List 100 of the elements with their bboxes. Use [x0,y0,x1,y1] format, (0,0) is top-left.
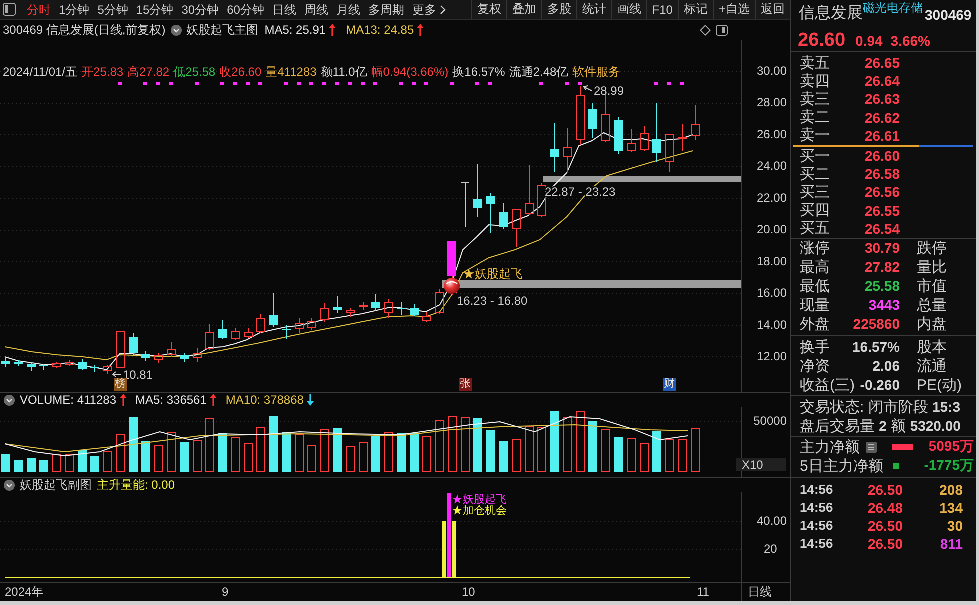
stat-label: 收益(三) [800,376,856,394]
volume-bar [422,436,431,472]
candle [486,192,495,234]
axis-label: 40.00 [756,514,787,528]
chevron-down-icon[interactable] [4,394,15,406]
volume-bar [231,437,240,472]
order-price: 26.64 [864,73,900,90]
order-price: 26.61 [864,128,900,144]
tick-time: 14:56 [800,536,834,552]
candle [65,360,74,366]
volume-bar [116,434,125,472]
tick-price: 26.50 [868,518,903,534]
signal-ball-icon [444,278,460,294]
volume-bar [333,428,342,472]
volume-bar [665,439,674,472]
candle [167,342,176,358]
order-price: 26.65 [864,55,900,72]
axis-label: 24.00 [756,159,787,174]
stat-value: 225860 [853,316,900,332]
volume-bar [244,443,253,472]
scale-label: X10 [736,458,786,472]
diamond-icon[interactable] [700,24,711,36]
axis-label: 50000 [754,414,787,428]
period-tab[interactable]: 月线 [336,0,360,18]
indicator-value: MA10: 378868 [226,393,304,407]
list-icon[interactable] [866,442,877,453]
indicator-value: 主升量能: 0.00 [97,476,176,494]
period-tab[interactable]: 60分钟 [227,0,264,18]
candle [129,332,138,356]
date-label: 2024年 [5,585,44,599]
volume-bar [512,439,521,472]
event-marker[interactable]: 张 [459,378,472,391]
volume-bar [588,421,597,472]
order-price: 26.54 [864,220,900,237]
volume-bar [256,427,265,472]
volume-bar [576,411,585,472]
axis-label: 18.00 [756,254,787,268]
candle [205,324,214,350]
candle [295,318,304,334]
candle [180,352,189,362]
candle [244,328,253,338]
event-marker[interactable]: 财 [663,378,676,391]
volume-bar [601,429,610,472]
order-label: 买三 [800,184,831,201]
candle [652,102,661,162]
volume-bar [1,454,10,472]
order-label: 卖一 [800,127,831,144]
candle [614,116,623,154]
order-label: 买五 [800,220,831,238]
order-label: 卖二 [800,109,831,126]
order-label: 卖四 [800,72,831,90]
signal-bar [447,241,456,276]
volume-bar [320,429,329,472]
period-tab[interactable]: 15分钟 [136,0,174,18]
tick-volume: 208 [938,482,964,498]
volume-bar [473,418,482,472]
volume-bar [448,416,457,472]
quote-field: 收26.60 [220,66,262,79]
volume-bar [307,445,316,472]
stat-label: 换手 [800,338,831,356]
stat-label: 净资 [800,358,831,375]
candle [384,298,393,318]
period-tab[interactable]: 多周期 [368,0,404,18]
chevron-down-icon[interactable] [170,24,182,36]
period-tab[interactable]: 30分钟 [182,0,220,18]
quote-field: 低25.58 [174,66,216,79]
candle [231,328,240,340]
period-tab[interactable]: 分时 [27,0,51,18]
candle [307,318,316,330]
panel-toggle-icon[interactable] [716,24,728,36]
period-tab[interactable]: 日线 [272,0,296,18]
tick-price: 26.50 [868,482,903,498]
volume-bar [27,458,36,472]
candle [410,304,419,316]
volume-bar [691,428,700,472]
axis-label: 16.00 [756,286,787,300]
stat-label: 最高 [800,258,831,276]
order-label: 买一 [800,148,831,165]
period-tab[interactable]: 周线 [304,0,328,18]
more-menu[interactable]: 更多 [412,0,446,18]
candle [435,288,444,314]
period-tab[interactable]: 5分钟 [98,0,128,18]
period-tab[interactable]: 1分钟 [59,0,90,18]
tick-time: 14:56 [800,500,834,516]
sidebar-toggle-icon[interactable] [3,3,16,16]
volume-bar [397,433,406,472]
volume-bar [129,417,138,472]
tick-price: 26.48 [868,500,903,516]
stat-label: 股本 [916,338,948,356]
volume-bar [167,432,176,472]
chevron-down-icon[interactable] [4,480,15,490]
candle [269,292,278,328]
stat-label: 市值 [916,278,948,295]
stat-label: 量比 [916,258,948,276]
volume-bar [141,441,150,472]
candle [154,352,163,364]
event-marker[interactable]: 榜 [114,378,127,391]
candle [39,364,48,370]
panel-title: 妖股起飞副图 [20,476,92,494]
sector-name: 磁光电存储 [863,1,923,15]
